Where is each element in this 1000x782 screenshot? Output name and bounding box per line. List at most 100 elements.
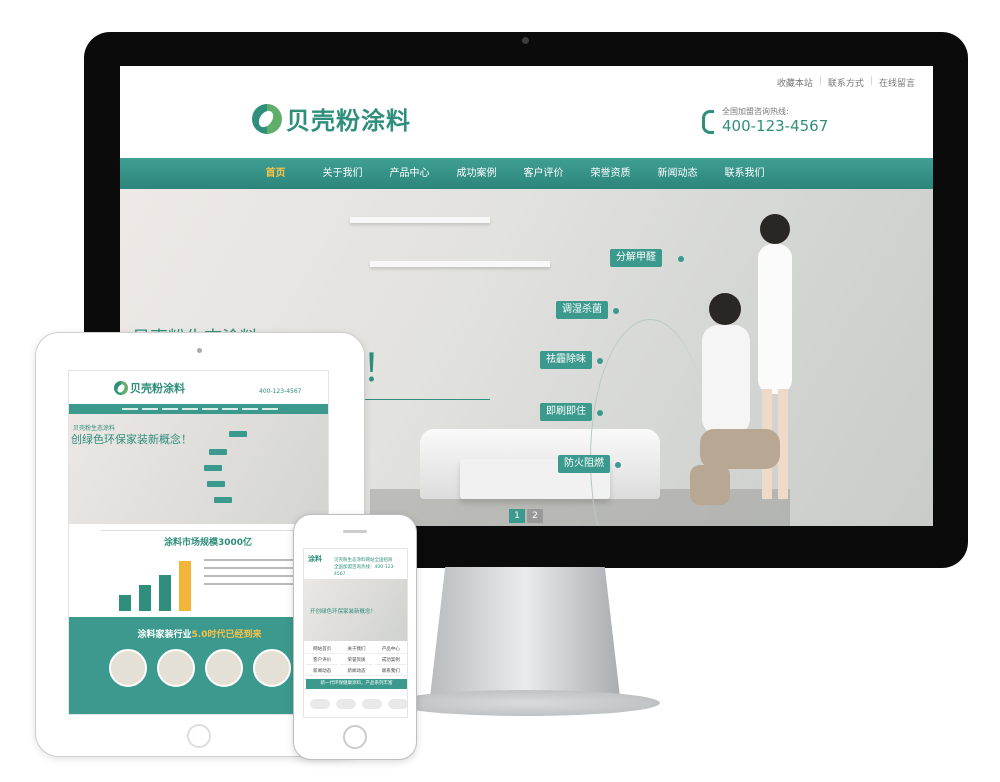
phone-menu-item[interactable]: 新闻动态: [340, 667, 373, 676]
link-bookmark[interactable]: 收藏本站: [777, 76, 813, 89]
phone-hero-text: 开创绿色环保家装新概念！: [310, 609, 377, 615]
tablet-nav-item[interactable]: [201, 408, 218, 410]
phone-footer-tab[interactable]: [362, 699, 382, 709]
tablet-nav-item[interactable]: [221, 408, 238, 410]
link-message[interactable]: 在线留言: [879, 76, 915, 89]
tablet-market-title: 涂料市场规模3000亿: [164, 538, 253, 548]
nav-item-cases[interactable]: 成功案例: [443, 158, 510, 189]
shell-logo-icon: [114, 381, 128, 395]
tablet-nav-item[interactable]: [161, 408, 178, 410]
tablet-logo-text: 贝壳粉涂料: [130, 382, 185, 395]
tablet-image-circle: [157, 649, 195, 687]
phone-menu-item[interactable]: 联系我们: [374, 667, 407, 676]
phone-screen: 涂料 贝壳粉生态涂料网站全国招商 全国加盟咨询热线：400-123-4567 开…: [303, 548, 408, 718]
tablet-logo[interactable]: 贝壳粉涂料: [114, 380, 185, 396]
tablet-camera-icon: [197, 348, 202, 353]
phone-icon: [702, 110, 714, 134]
tablet-nav-item[interactable]: [241, 408, 258, 410]
monitor-foot: [392, 690, 660, 716]
tablet-image-circle: [205, 649, 243, 687]
phone-header-hotline: 全国加盟咨询热线：400-123-4567: [334, 565, 395, 577]
phone-menu-item[interactable]: 荣誉资质: [340, 656, 373, 665]
tablet-nav-item[interactable]: [121, 408, 138, 410]
separator: |: [818, 76, 822, 86]
main-nav: 首页 关于我们 产品中心 成功案例 客户评价 荣誉资质 新闻动态 联系我们: [120, 158, 933, 189]
chart-bar: [139, 585, 151, 611]
separator: |: [869, 76, 873, 86]
nav-item-home[interactable]: 首页: [242, 158, 309, 189]
nav-item-reviews[interactable]: 客户评价: [510, 158, 577, 189]
phone-footer-tab[interactable]: [310, 699, 330, 709]
wall-shelf: [370, 261, 550, 267]
tablet-hero-title: 创绿色环保家装新概念！: [71, 433, 192, 446]
tablet-band-title: 涂料家装行业5.0时代已经到来: [69, 627, 328, 640]
nav-item-honors[interactable]: 荣誉资质: [577, 158, 644, 189]
band-title-prefix: 涂料家装行业: [137, 630, 192, 640]
phone-banner: 新一代环保健康涂料，产品系列丰富: [306, 679, 407, 689]
nav-item-news[interactable]: 新闻动态: [644, 158, 711, 189]
phone-menu-item[interactable]: 成功案例: [374, 656, 407, 665]
shell-logo-icon: [252, 103, 282, 134]
feature-tag-humidity: 调湿杀菌: [556, 301, 608, 319]
tablet-nav-item[interactable]: [261, 408, 278, 410]
top-links: 收藏本站 | 联系方式 | 在线留言: [777, 76, 915, 89]
wall-shelf: [350, 217, 490, 223]
monitor-stand: [430, 567, 620, 697]
phone-menu-item[interactable]: 关于我们: [340, 645, 373, 654]
phone-menu-item[interactable]: 客户评价: [306, 656, 339, 665]
tablet-image-circle: [109, 649, 147, 687]
tablet-hotline: 400-123-4567: [259, 388, 302, 395]
phone-menu-item[interactable]: 网站首页: [306, 645, 339, 654]
tablet-feature-tag: [209, 449, 227, 455]
feature-tag-instant: 即刷即住: [540, 403, 592, 421]
tablet-feature-tag: [207, 481, 225, 487]
man-figure: [690, 293, 780, 505]
hotline-label: 全国加盟咨询热线:: [722, 107, 789, 116]
tablet-screen: 贝壳粉涂料 400-123-4567 贝壳粉生态涂料 创绿色环保家装新概念！ 涂…: [68, 370, 329, 715]
feature-tag-formaldehyde: 分解甲醛: [610, 249, 662, 267]
tablet-home-button[interactable]: [187, 724, 211, 748]
tablet-breadcrumb: [101, 523, 301, 531]
webcam-icon: [522, 37, 529, 44]
chart-bar: [119, 595, 131, 611]
phone-header: 贝壳粉生态涂料网站全国招商 全国加盟咨询热线：400-123-4567: [334, 557, 406, 578]
pager-dot-2[interactable]: 2: [527, 509, 543, 523]
feature-dot: [597, 410, 603, 416]
tablet-feature-tag: [229, 431, 247, 437]
nav-item-about[interactable]: 关于我们: [309, 158, 376, 189]
phone-speaker: [343, 530, 367, 533]
tablet-image-circle: [253, 649, 291, 687]
feature-dot: [597, 358, 603, 364]
phone-menu-grid: 网站首页 关于我们 产品中心 客户评价 荣誉资质 成功案例 新闻动态 新闻动态 …: [306, 645, 407, 676]
feature-dot: [613, 308, 619, 314]
phone-footer-tab[interactable]: [336, 699, 356, 709]
feature-dot: [678, 256, 684, 262]
band-title-highlight: 5.0时代已经到来: [191, 630, 262, 640]
phone-menu-item[interactable]: 新闻动态: [306, 667, 339, 676]
phone-home-button[interactable]: [343, 725, 367, 749]
phone-menu-item[interactable]: 产品中心: [374, 645, 407, 654]
phone-footer-tabs: [310, 699, 407, 709]
phone-logo[interactable]: 涂料: [308, 555, 330, 573]
tablet-nav-item[interactable]: [181, 408, 198, 410]
logo-text: 贝壳粉涂料: [286, 107, 411, 135]
tablet-nav: [69, 404, 328, 414]
feature-tag-deodorize: 祛霾除味: [540, 351, 592, 369]
phone-header-text: 贝壳粉生态涂料网站全国招商: [334, 558, 393, 563]
phone-footer-tab[interactable]: [388, 699, 407, 709]
chart-bar: [179, 561, 191, 611]
tablet-nav-item[interactable]: [141, 408, 158, 410]
hotline-number: 400-123-4567: [722, 117, 829, 135]
tablet-bar-chart: [109, 551, 199, 611]
nav-item-products[interactable]: 产品中心: [376, 158, 443, 189]
feature-tag-fireproof: 防火阻燃: [558, 455, 610, 473]
tablet-feature-tag: [204, 465, 222, 471]
tablet-feature-tag: [214, 497, 232, 503]
feature-dot: [615, 462, 621, 468]
nav-item-contact[interactable]: 联系我们: [711, 158, 778, 189]
chart-bar: [159, 575, 171, 611]
tablet-image-circles: [109, 649, 291, 687]
pager-dot-1[interactable]: 1: [509, 509, 525, 523]
site-logo[interactable]: 贝壳粉涂料: [252, 101, 411, 136]
link-contact[interactable]: 联系方式: [828, 76, 864, 89]
